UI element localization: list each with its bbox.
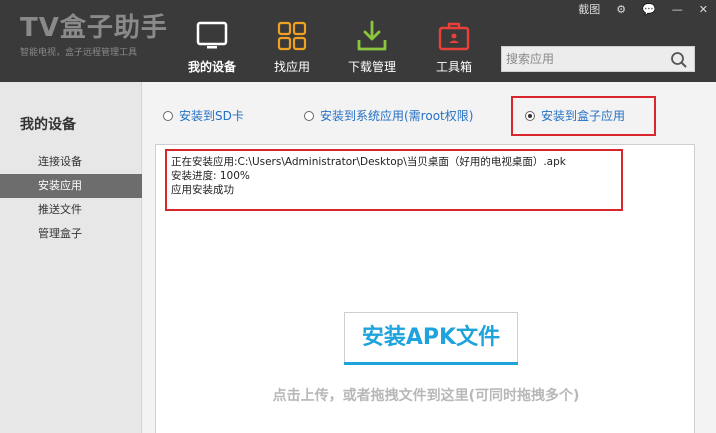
nav-my-devices[interactable]: 我的设备 xyxy=(172,0,252,82)
grid-icon xyxy=(277,21,307,51)
nav-toolbox[interactable]: 工具箱 xyxy=(414,0,494,82)
highlight-box-option xyxy=(511,96,656,136)
nav-label: 找应用 xyxy=(273,60,310,74)
main-content: 安装到SD卡 安装到系统应用(需root权限) 安装到盒子应用 正在安装应用:C… xyxy=(143,82,716,433)
upload-hint: 点击上传，或者拖拽文件到这里(可同时拖拽多个) xyxy=(272,388,580,404)
download-icon xyxy=(357,20,387,51)
app-logo: TV盒子助手 智能电视，盒子远程管理工具 xyxy=(20,14,168,58)
nav-label: 工具箱 xyxy=(435,60,472,74)
gear-icon[interactable]: ⚙ xyxy=(608,0,634,20)
minimize-button[interactable]: — xyxy=(664,0,691,20)
option-label: 安装到SD卡 xyxy=(179,109,244,123)
search-input[interactable] xyxy=(502,47,667,71)
close-button[interactable]: ✕ xyxy=(691,0,716,20)
toolbox-icon xyxy=(438,22,470,51)
highlight-box-log xyxy=(165,149,623,211)
option-label: 安装到系统应用(需root权限) xyxy=(320,109,474,123)
sidebar-item-connect-device[interactable]: 连接设备 xyxy=(0,150,142,174)
nav-download-manager[interactable]: 下载管理 xyxy=(332,0,412,82)
option-install-system-app[interactable]: 安装到系统应用(需root权限) xyxy=(304,106,473,126)
radio-button[interactable] xyxy=(304,111,314,121)
tv-icon xyxy=(196,21,228,49)
option-install-sd-card[interactable]: 安装到SD卡 xyxy=(163,106,244,126)
nav-label: 下载管理 xyxy=(347,60,396,74)
sidebar-title: 我的设备 xyxy=(20,117,76,133)
logo-subtitle: 智能电视，盒子远程管理工具 xyxy=(20,48,138,58)
sidebar-item-manage-box[interactable]: 管理盒子 xyxy=(0,222,142,246)
nav-find-apps[interactable]: 找应用 xyxy=(252,0,332,82)
radio-button[interactable] xyxy=(163,111,173,121)
sidebar: 我的设备 连接设备 安装应用 推送文件 管理盒子 xyxy=(0,82,142,433)
top-bar: TV盒子助手 智能电视，盒子远程管理工具 我的设备 找应用 下载管理 工具箱 截… xyxy=(0,0,716,82)
logo-title: TV盒子助手 xyxy=(20,13,168,43)
window-controls: 截图 ⚙ 💬 — ✕ xyxy=(570,0,716,20)
sidebar-item-push-file[interactable]: 推送文件 xyxy=(0,198,142,222)
search-icon[interactable] xyxy=(670,51,688,69)
nav-label: 我的设备 xyxy=(187,60,236,74)
install-panel[interactable]: 正在安装应用:C:\Users\Administrator\Desktop\当贝… xyxy=(155,144,695,433)
screenshot-button[interactable]: 截图 xyxy=(570,0,608,20)
install-apk-button[interactable]: 安装APK文件 xyxy=(344,312,518,365)
chat-icon[interactable]: 💬 xyxy=(634,0,664,20)
search-box xyxy=(501,46,695,72)
sidebar-item-install-app[interactable]: 安装应用 xyxy=(0,174,142,198)
